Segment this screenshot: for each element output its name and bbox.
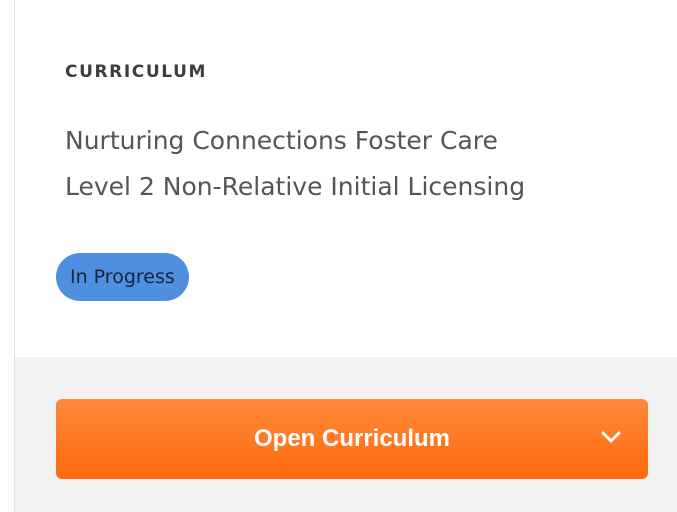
curriculum-card: CURRICULUM Nurturing Connections Foster …: [14, 0, 677, 512]
curriculum-title-line-1: Nurturing Connections Foster Care: [65, 126, 498, 155]
card-eyebrow: CURRICULUM: [65, 62, 208, 82]
card-footer: Open Curriculum: [15, 357, 677, 512]
card-body: CURRICULUM Nurturing Connections Foster …: [15, 0, 677, 357]
chevron-down-icon[interactable]: [600, 429, 622, 445]
status-badge: In Progress: [56, 253, 189, 301]
open-curriculum-button[interactable]: Open Curriculum: [56, 399, 648, 479]
open-curriculum-label: Open Curriculum: [253, 425, 451, 452]
curriculum-title-line-2: Level 2 Non-Relative Initial Licensing: [65, 172, 526, 201]
curriculum-title: Nurturing Connections Foster Care Level …: [65, 118, 665, 210]
